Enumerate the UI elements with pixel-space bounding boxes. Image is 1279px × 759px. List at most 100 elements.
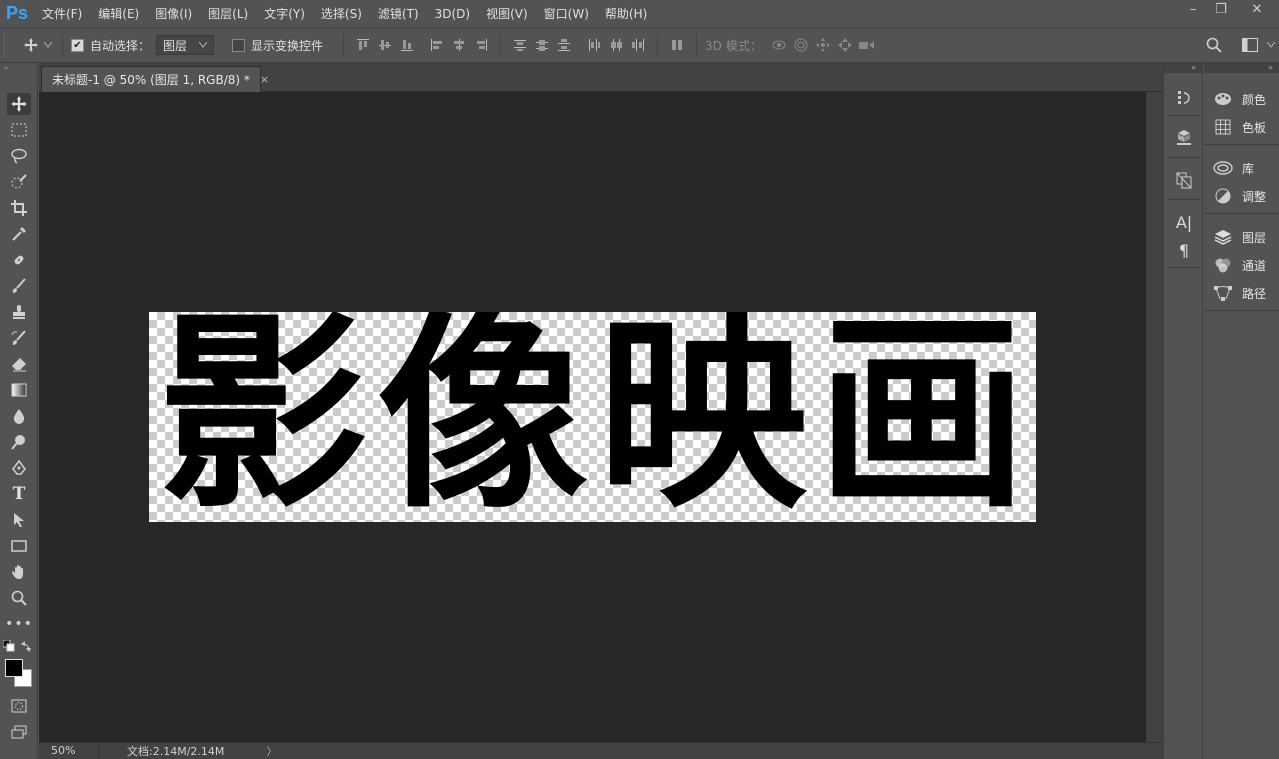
hand-tool-icon[interactable] <box>7 561 31 583</box>
move-tool-preset-icon[interactable] <box>20 34 42 56</box>
close-button[interactable]: ✕ <box>1235 0 1279 18</box>
artwork-char: 像 <box>377 312 588 522</box>
menu-window[interactable]: 窗口(W) <box>536 0 597 27</box>
marquee-tool-icon[interactable] <box>7 119 31 141</box>
auto-select-checkbox[interactable]: ✔ <box>71 38 84 52</box>
paragraph-panel-icon[interactable]: ¶ <box>1173 239 1195 261</box>
history-panel-icon[interactable] <box>1173 87 1195 109</box>
more-tools-icon[interactable]: ••• <box>5 613 32 635</box>
eraser-tool-icon[interactable] <box>7 353 31 375</box>
distribute-left-icon[interactable] <box>583 34 605 56</box>
healing-brush-tool-icon[interactable] <box>7 249 31 271</box>
search-icon[interactable] <box>1203 34 1225 56</box>
vertical-scrollbar[interactable] <box>1146 92 1163 742</box>
history-brush-tool-icon[interactable] <box>7 327 31 349</box>
menu-file[interactable]: 文件(F) <box>34 0 90 27</box>
auto-select-dropdown[interactable]: 图层 <box>156 35 215 55</box>
distribute-bottom-icon[interactable] <box>553 34 575 56</box>
menu-image[interactable]: 图像(I) <box>147 0 200 27</box>
3d-slide-icon[interactable] <box>834 34 856 56</box>
menu-select[interactable]: 选择(S) <box>313 0 370 27</box>
menu-edit[interactable]: 编辑(E) <box>90 0 147 27</box>
status-menu-arrow[interactable]: 〉 <box>266 743 277 759</box>
move-tool-icon[interactable] <box>7 93 31 115</box>
align-left-icon[interactable] <box>426 34 448 56</box>
artwork-text-layer: 影 像 映 画 <box>149 312 1036 522</box>
expand-panels-icon[interactable]: « <box>1164 63 1202 73</box>
show-transform-checkbox[interactable] <box>232 38 246 52</box>
3d-scale-icon[interactable] <box>856 34 878 56</box>
auto-align-icon[interactable] <box>666 34 688 56</box>
3d-panel-icon[interactable] <box>1173 127 1195 149</box>
menu-layer[interactable]: 图层(L) <box>200 0 256 27</box>
panel-layers[interactable]: 图层 <box>1204 224 1279 250</box>
panel-swatches[interactable]: 色板 <box>1204 114 1279 140</box>
menu-bar: Ps 文件(F) 编辑(E) 图像(I) 图层(L) 文字(Y) 选择(S) 滤… <box>0 0 1279 27</box>
default-colors-icon[interactable] <box>2 639 16 653</box>
minimize-button[interactable]: – <box>1179 0 1207 18</box>
align-right-icon[interactable] <box>470 34 492 56</box>
close-tab-icon[interactable]: × <box>260 73 269 86</box>
lasso-tool-icon[interactable] <box>7 145 31 167</box>
separator <box>696 34 698 56</box>
document-tab[interactable]: 未标题-1 @ 50% (图层 1, RGB/8) * × <box>41 66 269 92</box>
distribute-hcenter-icon[interactable] <box>605 34 627 56</box>
collapse-toolbar-icon[interactable]: » <box>0 63 37 73</box>
type-tool-icon[interactable]: T <box>7 483 31 505</box>
path-select-tool-icon[interactable] <box>7 509 31 531</box>
collapse-panels-icon[interactable]: » <box>1204 63 1279 73</box>
stamp-tool-icon[interactable] <box>7 301 31 323</box>
channels-icon <box>1213 255 1233 275</box>
document-tab-title: 未标题-1 @ 50% (图层 1, RGB/8) * <box>52 73 250 87</box>
quick-select-tool-icon[interactable] <box>7 171 31 193</box>
3d-roll-icon[interactable] <box>790 34 812 56</box>
crop-tool-icon[interactable] <box>7 197 31 219</box>
zoom-tool-icon[interactable] <box>7 587 31 609</box>
tools-panel: » T ••• <box>0 63 38 759</box>
distribute-vcenter-icon[interactable] <box>531 34 553 56</box>
screen-mode-icon[interactable] <box>7 721 31 743</box>
chevron-down-icon[interactable] <box>1265 34 1277 56</box>
distribute-top-icon[interactable] <box>509 34 531 56</box>
align-hcenter-icon[interactable] <box>448 34 470 56</box>
canvas-area[interactable]: 影 像 映 画 <box>39 92 1146 742</box>
zoom-level[interactable]: 50% <box>39 742 99 759</box>
align-bottom-icon[interactable] <box>396 34 418 56</box>
menu-filter[interactable]: 滤镜(T) <box>370 0 427 27</box>
menu-3d[interactable]: 3D(D) <box>427 0 478 27</box>
gradient-tool-icon[interactable] <box>7 379 31 401</box>
3d-orbit-icon[interactable] <box>768 34 790 56</box>
rectangle-tool-icon[interactable] <box>7 535 31 557</box>
3d-pan-icon[interactable] <box>812 34 834 56</box>
eyedropper-tool-icon[interactable] <box>7 223 31 245</box>
workspace-icon[interactable] <box>1239 34 1261 56</box>
panel-adjustments[interactable]: 调整 <box>1204 183 1279 209</box>
blur-tool-icon[interactable] <box>7 405 31 427</box>
character-panel-icon[interactable]: A| <box>1173 211 1195 233</box>
menu-view[interactable]: 视图(V) <box>478 0 536 27</box>
options-grip[interactable] <box>4 33 10 57</box>
quick-mask-icon[interactable] <box>7 695 31 717</box>
window-controls: – ❐ ✕ <box>1179 0 1279 20</box>
3d-mode-label: 3D 模式： <box>705 38 762 53</box>
align-vcenter-icon[interactable] <box>374 34 396 56</box>
dodge-tool-icon[interactable] <box>7 431 31 453</box>
panel-paths[interactable]: 路径 <box>1204 280 1279 306</box>
pen-tool-icon[interactable] <box>7 457 31 479</box>
panel-libraries[interactable]: 库 <box>1204 155 1279 181</box>
grid-icon <box>1213 117 1233 137</box>
properties-panel-icon[interactable] <box>1173 169 1195 191</box>
brush-tool-icon[interactable] <box>7 275 31 297</box>
chevron-down-icon[interactable] <box>42 34 54 56</box>
panel-color[interactable]: 颜色 <box>1204 86 1279 112</box>
align-top-icon[interactable] <box>352 34 374 56</box>
distribute-right-icon[interactable] <box>627 34 649 56</box>
swap-colors-icon[interactable] <box>20 639 34 653</box>
panel-channels[interactable]: 通道 <box>1204 252 1279 278</box>
restore-button[interactable]: ❐ <box>1207 0 1235 18</box>
menu-type[interactable]: 文字(Y) <box>256 0 313 27</box>
separator <box>1204 213 1279 214</box>
foreground-color-swatch[interactable] <box>5 659 23 677</box>
document-canvas[interactable]: 影 像 映 画 <box>149 312 1036 522</box>
menu-help[interactable]: 帮助(H) <box>597 0 655 27</box>
